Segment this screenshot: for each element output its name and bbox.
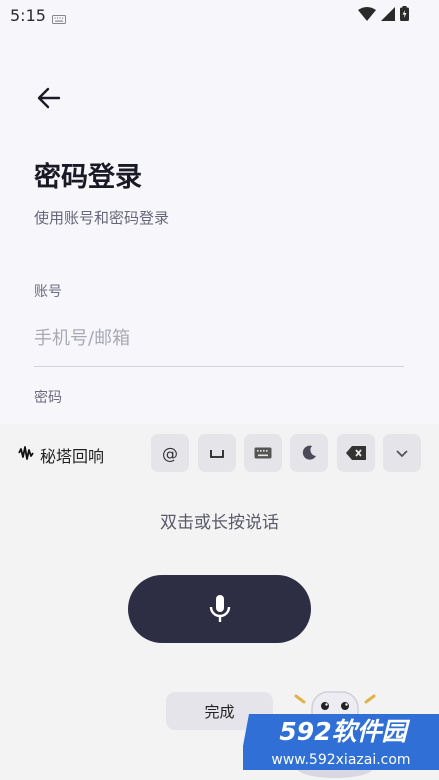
keyboard-brand: 秘塔回响: [18, 443, 104, 467]
hide-keyboard-button[interactable]: [383, 434, 421, 472]
status-bar: 5:15: [0, 0, 439, 30]
at-key[interactable]: @: [151, 434, 189, 472]
space-key[interactable]: [198, 434, 236, 472]
status-icons: [358, 6, 409, 25]
back-button[interactable]: [34, 84, 64, 112]
backspace-key[interactable]: [337, 434, 375, 472]
moon-icon: [302, 445, 316, 460]
waveform-logo-icon: [18, 445, 34, 465]
space-key-icon: [210, 450, 224, 458]
watermark-logo: 592软件园 www.592xiazai.com: [243, 706, 439, 774]
battery-icon: [400, 6, 409, 25]
signal-icon: [381, 6, 395, 25]
status-time: 5:15: [10, 6, 46, 25]
account-input[interactable]: [34, 322, 404, 354]
svg-text:592软件园: 592软件园: [279, 717, 410, 746]
svg-text:www.592xiazai.com: www.592xiazai.com: [271, 752, 410, 768]
microphone-icon: [209, 595, 230, 622]
switch-keyboard-button[interactable]: [244, 434, 282, 472]
dark-mode-button[interactable]: [290, 434, 328, 472]
keyboard-brand-name: 秘塔回响: [40, 447, 105, 466]
page-subtitle: 使用账号和密码登录: [34, 209, 170, 227]
wifi-icon: [358, 6, 376, 25]
page-title: 密码登录: [34, 162, 142, 193]
backspace-icon: [346, 446, 366, 460]
account-underline: [34, 366, 404, 367]
account-label: 账号: [34, 284, 62, 300]
chevron-down-icon: [396, 449, 408, 457]
mic-button[interactable]: [128, 575, 311, 643]
password-label: 密码: [34, 390, 62, 406]
voice-hint: 双击或长按说话: [160, 513, 279, 533]
keyboard-icon: [254, 447, 272, 459]
keyboard-status-icon: [52, 9, 66, 28]
at-label: @: [162, 443, 178, 463]
done-label: 完成: [204, 702, 235, 721]
arrow-left-icon: [37, 87, 61, 109]
